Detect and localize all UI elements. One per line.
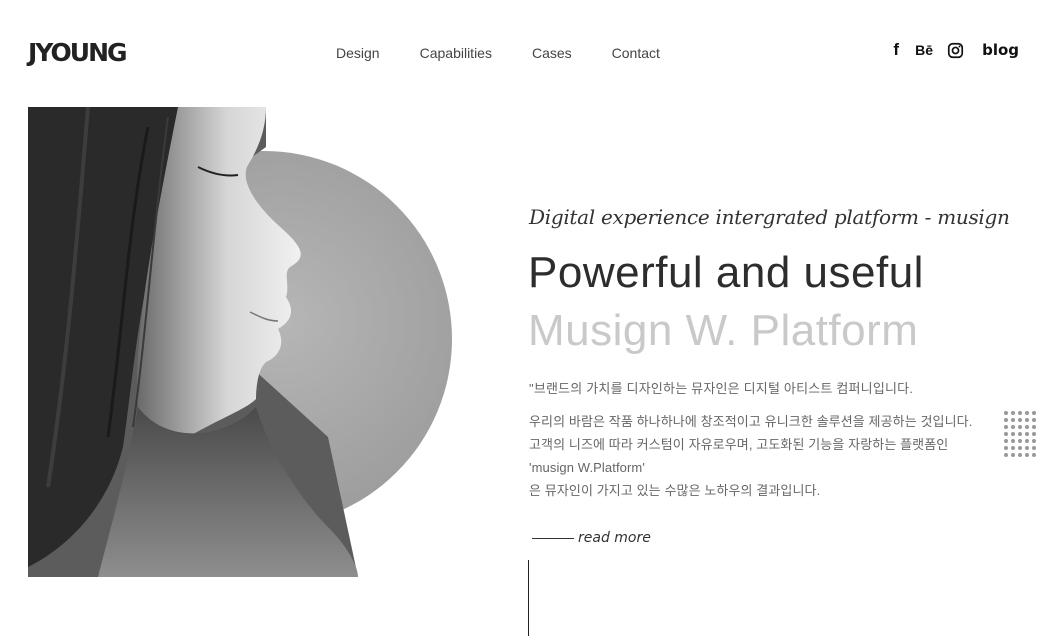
dot-grid-decoration: [1004, 411, 1036, 457]
social-links: f Bē blog: [891, 40, 1019, 60]
behance-icon[interactable]: Bē: [915, 40, 933, 60]
scroll-indicator-line: [528, 560, 529, 636]
hero-headline: Powerful and useful: [528, 248, 924, 297]
description-line: 'musign W.Platform': [529, 460, 645, 475]
read-more-label: read more: [578, 530, 651, 546]
nav-design[interactable]: Design: [336, 45, 380, 61]
hero-quote: "브랜드의 가치를 디자인하는 뮤자인은 디지털 아티스트 컴퍼니입니다.: [529, 381, 914, 396]
description-line: 은 뮤자인이 가지고 있는 수많은 노하우의 결과입니다.: [529, 483, 821, 498]
nav-cases[interactable]: Cases: [532, 45, 572, 61]
instagram-icon[interactable]: [947, 40, 964, 60]
read-more-link[interactable]: read more: [532, 530, 651, 546]
hero-description: 우리의 바람은 작품 하나하나에 창조적이고 유니크한 솔루션을 제공하는 것입…: [529, 410, 972, 502]
hero-tagline: Digital experience intergrated platform …: [529, 205, 1010, 229]
hero-subheadline: Musign W. Platform: [528, 306, 919, 354]
nav-capabilities[interactable]: Capabilities: [420, 45, 492, 61]
blog-link[interactable]: blog: [982, 40, 1019, 60]
description-line: 고객의 니즈에 따라 커스텀이 자유로우며, 고도화된 기능을 자랑하는 플랫폼…: [529, 437, 949, 452]
nav-contact[interactable]: Contact: [612, 45, 660, 61]
read-more-line: [532, 537, 574, 539]
main-nav: Design Capabilities Cases Contact: [336, 45, 660, 61]
hero-portrait-image: [28, 107, 468, 577]
logo[interactable]: JYOUNG: [28, 38, 128, 67]
facebook-icon[interactable]: f: [891, 40, 901, 60]
page: JYOUNG Design Capabilities Cases Contact…: [0, 0, 1055, 638]
instagram-glyph: [947, 42, 964, 58]
description-line: 우리의 바람은 작품 하나하나에 창조적이고 유니크한 솔루션을 제공하는 것입…: [529, 414, 973, 429]
